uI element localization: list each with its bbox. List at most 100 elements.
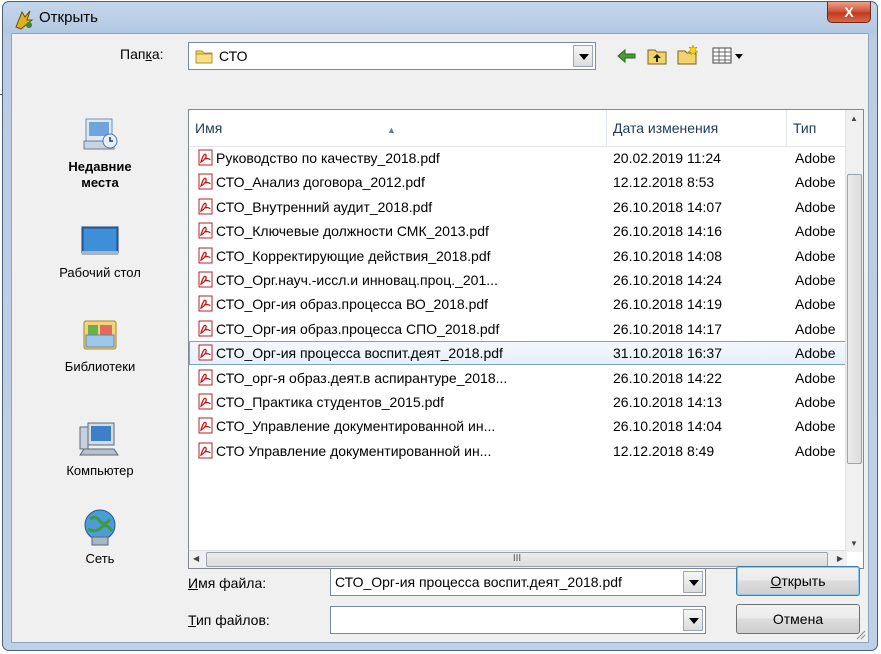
file-name-cell: СТО_Орг-ия процесса воспит.деят_2018.pdf xyxy=(197,341,607,365)
places-bar: Недавние места Рабочий стол Библиотеки К… xyxy=(20,109,180,624)
pdf-file-icon xyxy=(198,442,213,459)
scroll-up-icon[interactable]: ▲ xyxy=(850,114,858,123)
place-recent[interactable]: Недавние места xyxy=(20,115,180,191)
back-arrow-icon[interactable] xyxy=(616,46,638,66)
table-row[interactable]: СТО_Анализ договора_2012.pdf 12.12.2018 8… xyxy=(189,170,847,194)
place-desktop[interactable]: Рабочий стол xyxy=(20,221,180,280)
open-file-dialog: Открыть X Папка: СТО Недавние места Рабо… xyxy=(2,1,878,651)
cancel-button[interactable]: Отмена xyxy=(736,604,860,634)
sort-ascending-icon: ▲ xyxy=(387,125,396,135)
horizontal-scroll-thumb[interactable]: III xyxy=(206,552,828,567)
title-bar[interactable]: Открыть X xyxy=(3,2,877,36)
folder-value: СТО xyxy=(219,48,248,64)
folder-select[interactable]: СТО xyxy=(188,42,596,70)
file-date-cell: 26.10.2018 14:19 xyxy=(613,296,722,313)
filetype-label: Тип файлов: xyxy=(188,612,270,628)
file-date-cell: 12.12.2018 8:49 xyxy=(613,442,715,459)
table-row[interactable]: СТО_Орг-ия образ.процесса ВО_2018.pdf 26.… xyxy=(189,292,847,316)
place-desktop-label: Рабочий стол xyxy=(59,265,141,280)
table-row[interactable]: СТО_Практика студентов_2015.pdf 26.10.201… xyxy=(189,390,847,414)
file-type-cell: Adobe xyxy=(795,198,836,215)
file-name-cell: Руководство по качеству_2018.pdf xyxy=(197,146,607,170)
app-icon xyxy=(15,10,34,30)
filename-dropdown-arrow[interactable] xyxy=(683,571,703,593)
file-list[interactable]: Имя ▲ Дата изменения Тип Руководство по к… xyxy=(188,109,864,569)
file-date-cell: 26.10.2018 14:22 xyxy=(613,369,722,386)
folder-label: Папка: xyxy=(120,46,164,62)
pdf-file-icon xyxy=(198,198,213,215)
filename-input[interactable]: СТО_Орг-ия процесса воспит.деят_2018.pdf xyxy=(330,568,706,596)
file-type-cell: Adobe xyxy=(795,272,836,288)
close-icon: X xyxy=(844,4,854,20)
file-name-cell: СТО_Ключевые должности СМК_2013.pdf xyxy=(197,219,607,243)
pdf-file-icon xyxy=(198,320,213,337)
pdf-file-icon xyxy=(198,222,213,239)
filetype-select[interactable] xyxy=(330,606,706,634)
place-libraries[interactable]: Библиотеки xyxy=(20,315,180,374)
filetype-dropdown-arrow[interactable] xyxy=(683,609,703,631)
column-header-type[interactable]: Тип xyxy=(787,110,847,146)
file-name-cell: СТО_Орг-ия образ.процесса ВО_2018.pdf xyxy=(197,292,607,316)
network-icon xyxy=(84,509,116,546)
table-row[interactable]: СТО_Орг-ия процесса воспит.деят_2018.pdf… xyxy=(189,341,847,366)
file-type-cell: Adobe xyxy=(795,320,836,337)
table-row[interactable]: Руководство по качеству_2018.pdf 20.02.20… xyxy=(189,146,847,170)
file-date-cell: 26.10.2018 14:04 xyxy=(613,418,722,435)
place-network[interactable]: Сеть xyxy=(20,507,180,566)
file-type-cell: Adobe xyxy=(795,223,836,240)
file-type-cell: Adobe xyxy=(795,150,836,166)
pdf-file-icon xyxy=(198,417,213,434)
column-header-name[interactable]: Имя ▲ xyxy=(189,110,607,146)
file-date-cell: 12.12.2018 8:53 xyxy=(613,174,715,191)
open-button[interactable]: Открыть xyxy=(736,566,860,596)
table-row[interactable]: СТО_Орг.науч.-иссл.и инновац.проц._201..… xyxy=(189,268,847,292)
scroll-down-icon[interactable]: ▼ xyxy=(850,539,858,548)
table-row[interactable]: СТО Управление документированной ин... 12… xyxy=(189,439,847,463)
folder-icon xyxy=(195,50,213,64)
vertical-scroll-thumb[interactable] xyxy=(847,174,862,464)
place-libraries-label: Библиотеки xyxy=(64,359,136,374)
column-header-date[interactable]: Дата изменения xyxy=(607,110,787,146)
file-name-cell: СТО_Орг.науч.-иссл.и инновац.проц._201..… xyxy=(197,268,607,292)
file-name-cell: СТО_Орг-ия образ.процесса СПО_2018.pdf xyxy=(197,317,607,341)
table-row[interactable]: СТО_Управление документированной ин... 26… xyxy=(189,414,847,438)
place-network-label: Сеть xyxy=(85,551,115,566)
up-folder-icon[interactable] xyxy=(646,46,668,66)
filename-label: Имя файла: xyxy=(188,575,267,591)
file-type-cell: Adobe xyxy=(795,418,836,435)
file-type-cell: Adobe xyxy=(795,247,836,264)
list-header: Имя ▲ Дата изменения Тип xyxy=(189,110,847,147)
pdf-file-icon xyxy=(198,271,213,288)
file-type-cell: Adobe xyxy=(795,442,836,459)
computer-icon xyxy=(79,422,119,456)
file-date-cell: 26.10.2018 14:07 xyxy=(613,198,722,215)
pdf-file-icon xyxy=(198,173,213,190)
file-type-cell: Adobe xyxy=(795,345,836,362)
dialog-body: Папка: СТО Недавние места Рабочий стол Б… xyxy=(11,33,869,643)
pdf-file-icon xyxy=(198,295,213,312)
pdf-file-icon xyxy=(198,247,213,264)
place-computer[interactable]: Компьютер xyxy=(20,419,180,478)
folder-dropdown-arrow[interactable] xyxy=(573,45,593,67)
table-row[interactable]: СТО_Внутренний аудит_2018.pdf 26.10.2018 … xyxy=(189,195,847,219)
file-type-cell: Adobe xyxy=(795,296,836,313)
view-menu-icon[interactable] xyxy=(712,46,746,66)
file-name-cell: СТО_Внутренний аудит_2018.pdf xyxy=(197,195,607,219)
resize-grip-icon[interactable] xyxy=(854,628,866,640)
scroll-right-icon[interactable]: ▶ xyxy=(837,554,843,563)
recent-places-icon xyxy=(83,118,118,150)
table-row[interactable]: СТО_Орг-ия образ.процесса СПО_2018.pdf 26… xyxy=(189,317,847,341)
pdf-file-icon xyxy=(198,369,213,386)
dialog-title: Открыть xyxy=(39,9,98,26)
file-date-cell: 26.10.2018 14:17 xyxy=(613,320,722,337)
table-row[interactable]: СТО_Корректирующие действия_2018.pdf 26.1… xyxy=(189,244,847,268)
table-row[interactable]: СТО_Ключевые должности СМК_2013.pdf 26.10… xyxy=(189,219,847,243)
desktop-icon xyxy=(81,226,119,255)
close-button[interactable]: X xyxy=(827,2,871,23)
new-folder-icon[interactable] xyxy=(676,44,700,66)
table-row[interactable]: СТО_орг-я образ.деят.в аспирантуре_2018.… xyxy=(189,366,847,390)
scroll-left-icon[interactable]: ◀ xyxy=(193,554,199,563)
vertical-scrollbar[interactable]: ▲ ▼ xyxy=(845,110,863,552)
file-date-cell: 26.10.2018 14:13 xyxy=(613,394,722,410)
pdf-file-icon xyxy=(198,149,213,166)
